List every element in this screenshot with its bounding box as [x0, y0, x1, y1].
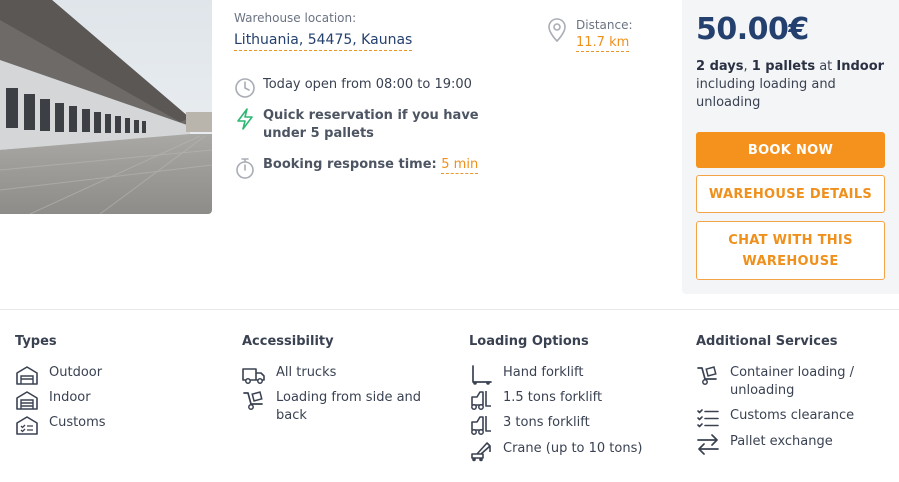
type-item: Customs [15, 414, 106, 436]
additional-services-section: Additional Services Container loading / … [696, 334, 899, 455]
type-item: Outdoor [15, 364, 102, 386]
price-at: at [815, 59, 837, 74]
price: 50.00€ [696, 12, 809, 47]
loading-option-item: 3 tons forklift [469, 414, 590, 436]
accessibility-item: All trucks [242, 364, 336, 386]
loading-option-item: Crane (up to 10 tons) [469, 440, 642, 462]
loading-option-item: 1.5 tons forklift [469, 389, 602, 411]
accessibility-label: All trucks [276, 365, 337, 380]
storage-type: Indoor [836, 59, 885, 74]
distance-value[interactable]: 11.7 km [576, 35, 630, 52]
type-label: Outdoor [49, 365, 103, 380]
section-divider [0, 309, 899, 310]
checklist-icon [697, 409, 719, 428]
chat-with-warehouse-button[interactable]: CHAT WITH THIS WAREHOUSE [696, 221, 885, 280]
accessibility-section: Accessibility All trucks Loading from si… [242, 334, 452, 423]
map-pin-icon [548, 18, 566, 43]
quick-reservation: Quick reservation if you have under 5 pa… [234, 107, 513, 143]
warehouse-photo[interactable] [0, 0, 212, 214]
opening-hours: Today open from 08:00 to 19:00 [234, 76, 472, 100]
forklift-icon [471, 416, 491, 435]
hand-truck-icon [697, 366, 717, 385]
loading-options-title: Loading Options [469, 334, 589, 349]
stopwatch-icon [236, 158, 254, 179]
loading-option-label: 3 tons forklift [503, 415, 590, 430]
rental-days: 2 days [696, 59, 744, 74]
opening-hours-text: Today open from 08:00 to 19:00 [263, 77, 472, 92]
truck-icon [242, 368, 265, 384]
booking-response-value: 5 min [441, 157, 479, 174]
service-item: Container loading / unloading [696, 364, 880, 400]
loading-options-section: Loading Options Hand forklift 1.5 tons f… [469, 334, 679, 462]
booking-response-text: Booking response time: 5 min [263, 156, 479, 174]
additional-services-title: Additional Services [696, 334, 838, 349]
type-label: Customs [49, 415, 106, 430]
type-item: Indoor [15, 389, 91, 411]
location-link[interactable]: Lithuania, 54475, Kaunas [234, 32, 413, 51]
book-now-button[interactable]: BOOK NOW [696, 132, 885, 168]
service-item: Pallet exchange [696, 433, 833, 455]
types-section: Types Outdoor Indoor Customs [15, 334, 225, 435]
exchange-arrows-icon [697, 434, 719, 455]
customs-warehouse-icon [16, 416, 38, 435]
accessibility-label: Loading from side and back [276, 390, 422, 423]
distance-label: Distance: [576, 18, 633, 32]
forklift-icon [471, 391, 491, 410]
quick-reservation-text: Quick reservation if you have under 5 pa… [263, 108, 479, 141]
outdoor-warehouse-icon [16, 366, 38, 385]
price-sep: , [743, 59, 752, 74]
service-label: Container loading / unloading [730, 365, 855, 398]
types-title: Types [15, 334, 57, 349]
booking-response-label: Booking response time: [263, 157, 437, 172]
hand-truck-icon [243, 391, 263, 410]
service-label: Customs clearance [730, 408, 855, 423]
price-panel: 50.00€ 2 days, 1 pallets at Indoor inclu… [682, 0, 899, 294]
booking-response: Booking response time: 5 min [234, 156, 479, 180]
type-label: Indoor [49, 390, 91, 405]
location-label: Warehouse location: [234, 11, 357, 25]
price-rest: including loading and unloading [696, 77, 836, 110]
price-description: 2 days, 1 pallets at Indoor including lo… [696, 58, 886, 112]
accessibility-title: Accessibility [242, 334, 334, 349]
loading-option-label: Crane (up to 10 tons) [503, 441, 643, 456]
crane-icon [471, 442, 491, 462]
hand-forklift-icon [472, 365, 492, 385]
pallet-count: 1 pallets [751, 59, 816, 74]
loading-option-label: Hand forklift [503, 365, 584, 380]
accessibility-item: Loading from side and back [242, 389, 426, 425]
indoor-warehouse-icon [16, 391, 38, 410]
service-item: Customs clearance [696, 407, 854, 429]
service-label: Pallet exchange [730, 434, 833, 449]
lightning-bolt-icon [237, 108, 253, 130]
warehouse-details-button[interactable]: WAREHOUSE DETAILS [696, 175, 885, 213]
clock-icon [235, 78, 255, 98]
loading-option-label: 1.5 tons forklift [503, 390, 603, 405]
loading-option-item: Hand forklift [469, 364, 583, 386]
